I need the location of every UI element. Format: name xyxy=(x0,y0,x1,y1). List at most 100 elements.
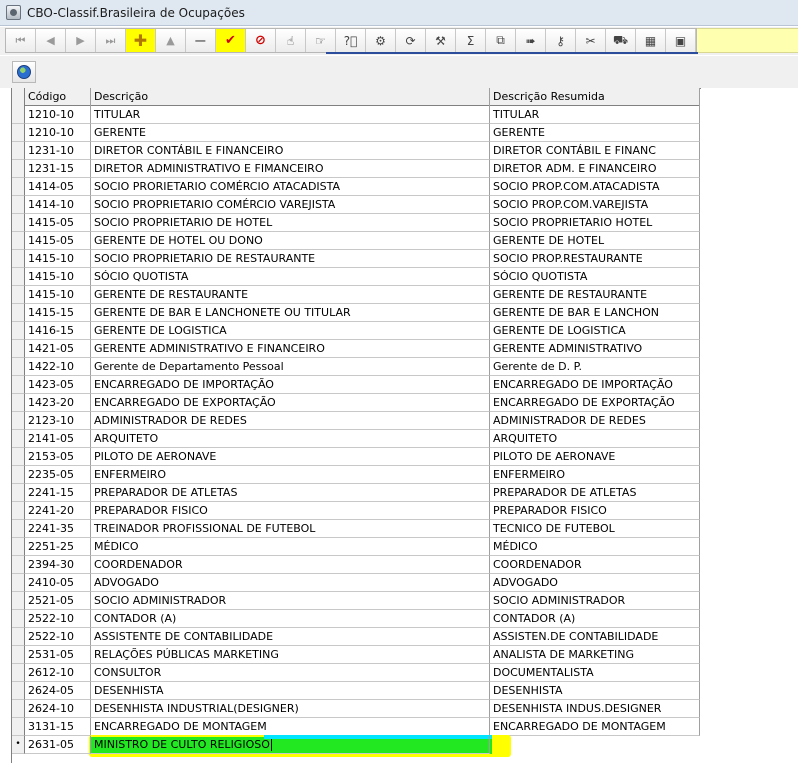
table-row[interactable]: 2153-05 PILOTO DE AERONAVE PILOTO DE AERON… xyxy=(12,448,700,466)
cell-descricao[interactable]: RELAÇÕES PÚBLICAS MARKETING xyxy=(91,646,490,664)
table-row[interactable]: 1423-20 ENCARREGADO DE EXPORTAÇÃO ENCARREG… xyxy=(12,394,700,412)
search-help-button[interactable]: ?⃞ xyxy=(336,29,366,52)
insert-record-button[interactable]: ✚ xyxy=(126,29,156,52)
cell-descricao-resumida[interactable]: ENFERMEIRO xyxy=(490,466,700,484)
cell-codigo[interactable]: 1231-15 xyxy=(25,160,91,178)
table-row[interactable]: 1415-10 GERENTE DE RESTAURANTE GERENTE DE … xyxy=(12,286,700,304)
cell-descricao[interactable]: PREPARADOR DE ATLETAS xyxy=(91,484,490,502)
cell-descricao-resumida[interactable]: ENCARREGADO DE IMPORTAÇÃO xyxy=(490,376,700,394)
cell-descricao-resumida[interactable]: SOCIO PROP.COM.ATACADISTA xyxy=(490,178,700,196)
cell-descricao-resumida[interactable]: GERENTE DE BAR E LANCHON xyxy=(490,304,700,322)
cell-codigo[interactable]: 2241-20 xyxy=(25,502,91,520)
cell-codigo[interactable]: 1415-10 xyxy=(25,250,91,268)
table-row[interactable]: 1416-15 GERENTE DE LOGISTICA GERENTE DE LO… xyxy=(12,322,700,340)
cell-descricao-resumida[interactable]: CONTADOR (A) xyxy=(490,610,700,628)
cell-descricao[interactable]: ASSISTENTE DE CONTABILIDADE xyxy=(91,628,490,646)
last-record-button[interactable]: ⏭ xyxy=(96,29,126,52)
cell-codigo[interactable]: 2153-05 xyxy=(25,448,91,466)
cell-codigo[interactable]: 1415-05 xyxy=(25,214,91,232)
cell-descricao-editing[interactable]: MINISTRO DE CULTO RELIGIOSO xyxy=(91,736,490,754)
cell-codigo[interactable]: 2241-35 xyxy=(25,520,91,538)
settings-button[interactable]: ⚒ xyxy=(426,29,456,52)
cell-descricao[interactable]: Gerente de Departamento Pessoal xyxy=(91,358,490,376)
cell-codigo[interactable]: 1414-10 xyxy=(25,196,91,214)
table-row[interactable]: 3131-15 ENCARREGADO DE MONTAGEM ENCARREGAD… xyxy=(12,718,700,736)
cell-descricao-resumida[interactable]: GERENTE DE LOGISTICA xyxy=(490,322,700,340)
table-row[interactable]: 1415-10 SOCIO PROPRIETARIO DE RESTAURANTE… xyxy=(12,250,700,268)
cell-codigo[interactable]: 1416-15 xyxy=(25,322,91,340)
cell-descricao-resumida[interactable]: ASSISTEN.DE CONTABILIDADE xyxy=(490,628,700,646)
table-row[interactable]: 2241-35 TREINADOR PROFISSIONAL DE FUTEBOL… xyxy=(12,520,700,538)
cell-descricao[interactable]: ENFERMEIRO xyxy=(91,466,490,484)
cell-descricao[interactable]: SÓCIO QUOTISTA xyxy=(91,268,490,286)
table-row[interactable]: 1414-05 SOCIO PRORIETARIO COMÉRCIO ATACAD… xyxy=(12,178,700,196)
table-row[interactable]: 1415-15 GERENTE DE BAR E LANCHONETE OU TI… xyxy=(12,304,700,322)
cell-descricao-resumida[interactable]: ADVOGADO xyxy=(490,574,700,592)
cell-codigo[interactable]: 2521-05 xyxy=(25,592,91,610)
delete-record-button[interactable]: − xyxy=(186,29,216,52)
cell-codigo[interactable]: 1414-05 xyxy=(25,178,91,196)
prior-record-button[interactable]: ◀ xyxy=(36,29,66,52)
cell-codigo[interactable]: 1421-05 xyxy=(25,340,91,358)
table-row[interactable]: 1415-05 SOCIO PROPRIETARIO DE HOTEL SOCIO … xyxy=(12,214,700,232)
cell-descricao-resumida[interactable]: DIRETOR ADM. E FINANCEIRO xyxy=(490,160,700,178)
table-row[interactable]: 1210-10 TITULAR TITULAR xyxy=(12,106,700,124)
filter-button[interactable]: ⚙ xyxy=(366,29,396,52)
cell-descricao[interactable]: ADMINISTRADOR DE REDES xyxy=(91,412,490,430)
table-row[interactable]: 2235-05 ENFERMEIRO ENFERMEIRO xyxy=(12,466,700,484)
cell-descricao[interactable]: ARQUITETO xyxy=(91,430,490,448)
cell-codigo[interactable]: 3131-15 xyxy=(25,718,91,736)
table-row[interactable]: 2624-05 DESENHISTA DESENHISTA xyxy=(12,682,700,700)
header-descricao-resumida[interactable]: Descrição Resumida xyxy=(490,88,700,106)
cell-descricao-resumida[interactable]: MÉDICO xyxy=(490,538,700,556)
table-row[interactable]: 1231-15 DIRETOR ADMINISTRATIVO E FIMANCEI… xyxy=(12,160,700,178)
cell-descricao-resumida[interactable]: COORDENADOR xyxy=(490,556,700,574)
cell-codigo[interactable]: 2624-10 xyxy=(25,700,91,718)
cell-descricao[interactable]: DESENHISTA INDUSTRIAL(DESIGNER) xyxy=(91,700,490,718)
cell-codigo[interactable]: 2531-05 xyxy=(25,646,91,664)
cell-descricao[interactable]: DIRETOR ADMINISTRATIVO E FIMANCEIRO xyxy=(91,160,490,178)
table-row[interactable]: 2394-30 COORDENADOR COORDENADOR xyxy=(12,556,700,574)
cell-codigo[interactable]: 2410-05 xyxy=(25,574,91,592)
cell-descricao-resumida[interactable]: ANALISTA DE MARKETING xyxy=(490,646,700,664)
web-button[interactable] xyxy=(12,61,36,83)
cell-descricao-resumida[interactable]: ENCARREGADO DE EXPORTAÇÃO xyxy=(490,394,700,412)
first-record-button[interactable]: ⏮ xyxy=(6,29,36,52)
cell-descricao[interactable]: DESENHISTA xyxy=(91,682,490,700)
cell-descricao[interactable]: TREINADOR PROFISSIONAL DE FUTEBOL xyxy=(91,520,490,538)
cell-descricao-resumida[interactable]: DESENHISTA INDUS.DESIGNER xyxy=(490,700,700,718)
cell-codigo[interactable]: 2522-10 xyxy=(25,610,91,628)
goto-record-button[interactable]: ☞ xyxy=(306,29,336,52)
export-button[interactable]: ➠ xyxy=(516,29,546,52)
cell-descricao[interactable]: ENCARREGADO DE IMPORTAÇÃO xyxy=(91,376,490,394)
cell-codigo[interactable]: 1415-10 xyxy=(25,268,91,286)
tools-button[interactable]: ✂ xyxy=(576,29,606,52)
table-row-active[interactable]: • 2631-05 MINISTRO DE CULTO RELIGIOSO xyxy=(12,736,700,754)
up-button[interactable]: ▲ xyxy=(156,29,186,52)
cell-codigo[interactable]: 2123-10 xyxy=(25,412,91,430)
cell-descricao[interactable]: SOCIO ADMINISTRADOR xyxy=(91,592,490,610)
cancel-edit-button[interactable]: ⊘ xyxy=(246,29,276,52)
table-row[interactable]: 2241-20 PREPARADOR FISICO PREPARADOR FISIC… xyxy=(12,502,700,520)
post-record-button[interactable]: ✔ xyxy=(216,29,246,52)
table-row[interactable]: 1415-05 GERENTE DE HOTEL OU DONO GERENTE D… xyxy=(12,232,700,250)
cell-descricao-resumida[interactable]: DESENHISTA xyxy=(490,682,700,700)
cell-codigo[interactable]: 1415-10 xyxy=(25,286,91,304)
cell-descricao[interactable]: GERENTE ADMINISTRATIVO E FINANCEIRO xyxy=(91,340,490,358)
calendar-button[interactable]: ▦ xyxy=(636,29,666,52)
vehicle-button[interactable]: ⛟ xyxy=(606,29,636,52)
cell-codigo[interactable]: 2141-05 xyxy=(25,430,91,448)
table-row[interactable]: 2521-05 SOCIO ADMINISTRADOR SOCIO ADMINIST… xyxy=(12,592,700,610)
header-descricao[interactable]: Descrição xyxy=(91,88,490,106)
table-row[interactable]: 1414-10 SOCIO PROPRIETARIO COMÉRCIO VAREJ… xyxy=(12,196,700,214)
cell-codigo[interactable]: 2612-10 xyxy=(25,664,91,682)
cell-descricao-resumida[interactable]: SOCIO PROP.COM.VAREJISTA xyxy=(490,196,700,214)
app-icon[interactable] xyxy=(6,5,21,20)
cell-descricao[interactable]: GERENTE xyxy=(91,124,490,142)
cell-descricao[interactable]: PILOTO DE AERONAVE xyxy=(91,448,490,466)
cell-descricao-resumida[interactable]: ENCARREGADO DE MONTAGEM xyxy=(490,718,700,736)
header-codigo[interactable]: Código xyxy=(25,88,91,106)
cell-descricao[interactable]: ADVOGADO xyxy=(91,574,490,592)
sum-button[interactable]: Σ xyxy=(456,29,486,52)
table-row[interactable]: 1210-10 GERENTE GERENTE xyxy=(12,124,700,142)
